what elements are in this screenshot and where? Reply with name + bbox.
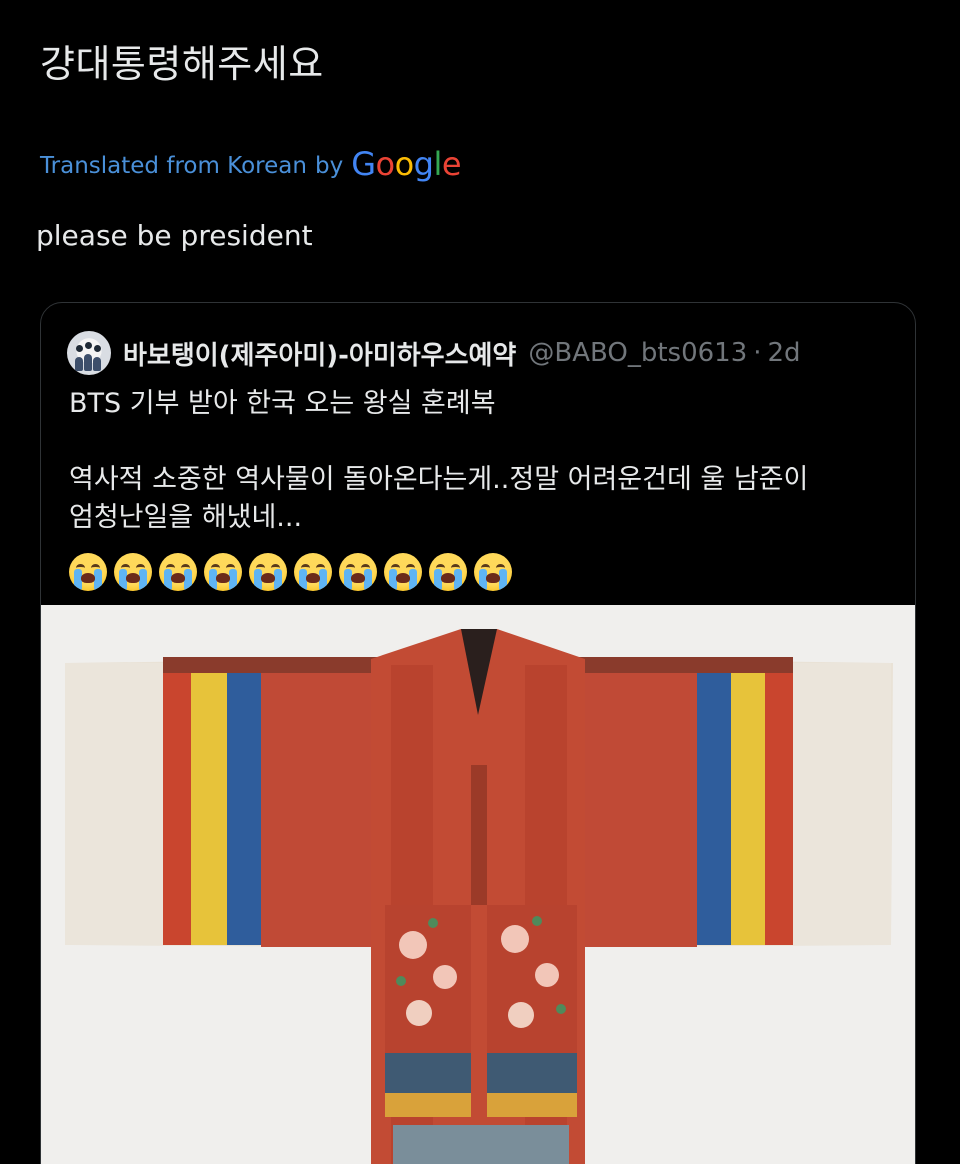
quoted-tweet-card[interactable]: 바보탱이(제주아미)-아미하우스예약 @BABO_bts0613 · 2d BT… [40,302,916,1164]
translated-text: please be president [36,219,313,252]
quoted-author-name[interactable]: 바보탱이(제주아미)-아미하우스예약 [123,335,516,372]
quoted-tweet-line: BTS 기부 받아 한국 오는 왕실 혼례복 [69,388,496,419]
google-logo: Google [351,148,461,180]
quoted-tweet-body: BTS 기부 받아 한국 오는 왕실 혼례복 역사적 소중한 역사물이 돌아온다… [69,385,899,537]
hanbok-wedding-robe-image [41,605,915,1164]
loudly-crying-face-icon [69,553,107,591]
quoted-author-handle[interactable]: @BABO_bts0613 [528,338,747,368]
tweet-text: 걍대통령해주세요 [40,42,324,86]
loudly-crying-face-icon [159,553,197,591]
separator-dot: · [753,338,762,368]
loudly-crying-face-icon [474,553,512,591]
google-logo-letter: g [413,145,434,183]
quoted-tweet-line: 역사적 소중한 역사물이 돌아온다는게..정말 어려운건데 울 남준이 [69,464,809,495]
quoted-tweet-media[interactable] [41,605,915,1164]
google-logo-letter: o [375,145,395,183]
loudly-crying-face-icon [384,553,422,591]
emoji-row [69,553,512,591]
quoted-tweet-line: 엄청난일을 해냈네... [69,502,303,533]
loudly-crying-face-icon [339,553,377,591]
translation-attribution[interactable]: Translated from Korean by Google [40,146,462,186]
by-label: by [314,153,344,179]
google-logo-letter: l [433,145,442,183]
google-logo-letter: o [394,145,415,183]
avatar[interactable] [67,331,111,375]
loudly-crying-face-icon [249,553,287,591]
loudly-crying-face-icon [114,553,152,591]
quoted-tweet-header: 바보탱이(제주아미)-아미하우스예약 @BABO_bts0613 · 2d [67,329,801,377]
loudly-crying-face-icon [204,553,242,591]
google-logo-letter: G [351,145,376,183]
loudly-crying-face-icon [294,553,332,591]
google-logo-letter: e [441,145,462,183]
loudly-crying-face-icon [429,553,467,591]
quoted-tweet-timestamp[interactable]: 2d [768,338,801,368]
translated-from-label[interactable]: Translated from Korean [40,153,307,179]
quoted-tweet-line [69,423,899,461]
